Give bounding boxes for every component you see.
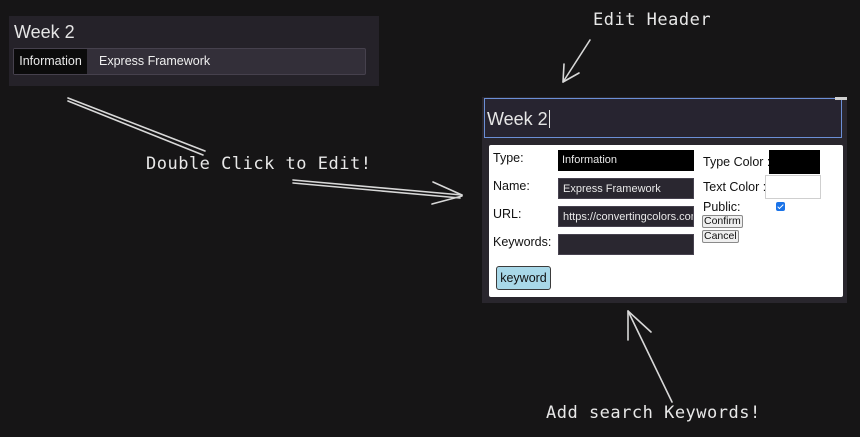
type-color-label: Type Color : (703, 155, 771, 169)
edit-form: Type: Information Name: Express Framewor… (489, 145, 843, 297)
header-input[interactable]: Week 2 (484, 98, 842, 138)
text-color-swatch[interactable] (765, 175, 821, 199)
double-click-note: Double Click to Edit! (146, 154, 372, 174)
url-input[interactable]: https://convertingcolors.com (558, 206, 694, 227)
public-checkbox[interactable] (776, 202, 785, 211)
double-click-line-lower (67, 100, 204, 156)
keywords-arrow (627, 310, 673, 403)
text-caret (548, 110, 550, 128)
edit-header-arrow (562, 39, 591, 83)
text-color-label: Text Color : (703, 180, 767, 194)
add-keywords-note: Add search Keywords! (546, 403, 761, 423)
keywords-label: Keywords: (493, 235, 552, 249)
name-input[interactable]: Express Framework (558, 178, 694, 199)
confirm-button[interactable]: Confirm (702, 215, 743, 228)
header-input-value: Week 2 (487, 109, 548, 129)
double-click-arrow-2 (292, 182, 461, 199)
type-input[interactable]: Information (558, 150, 694, 171)
scroll-indicator (835, 97, 847, 100)
keywords-input[interactable] (558, 234, 694, 255)
edit-header-note: Edit Header (593, 10, 712, 30)
double-click-line-upper (67, 97, 206, 152)
double-click-arrow (292, 179, 463, 196)
name-label: Name: (493, 179, 530, 193)
keyword-tag-button[interactable]: keyword (496, 266, 551, 290)
cancel-button[interactable]: Cancel (702, 230, 739, 243)
type-label: Type: (493, 151, 524, 165)
type-color-swatch[interactable] (769, 150, 820, 174)
url-label: URL: (493, 207, 522, 221)
public-label: Public: (703, 200, 741, 214)
